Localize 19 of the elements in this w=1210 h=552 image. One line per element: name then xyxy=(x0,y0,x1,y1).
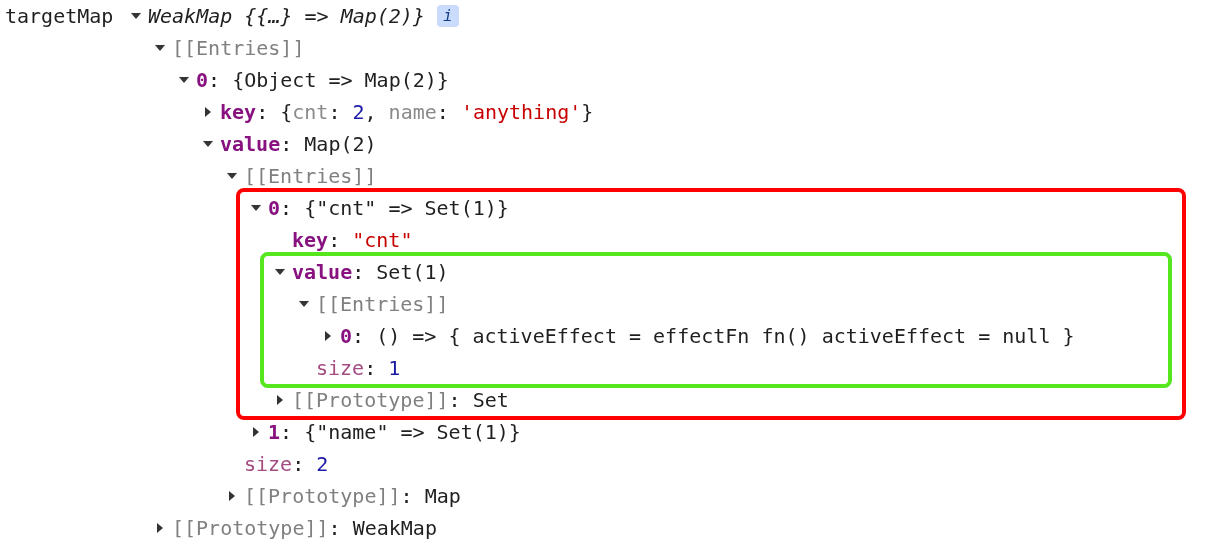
property-row-text: value: Map(2) xyxy=(220,131,377,158)
property-row-text: size: 1 xyxy=(316,355,401,382)
property-row-text: [[Prototype]]: WeakMap xyxy=(172,515,437,542)
property-row-text: 0: {"cnt" => Set(1)} xyxy=(268,195,509,222)
property-row-text: [[Prototype]]: Map xyxy=(244,483,461,510)
variable-name: targetMap xyxy=(5,4,114,28)
property-row-text: [[Prototype]]: Set xyxy=(292,387,509,414)
property-row-text: value: Set(1) xyxy=(292,259,449,286)
property-row-text: WeakMap {{…} => Map(2)} xyxy=(148,3,425,30)
property-row-text: key: "cnt" xyxy=(292,227,413,254)
property-row-text: [[Entries]] xyxy=(316,291,449,318)
property-row-text: [[Entries]] xyxy=(172,35,305,62)
info-badge[interactable]: i xyxy=(436,5,459,27)
property-row-text: [[Entries]] xyxy=(244,163,377,190)
property-row-text: size: 2 xyxy=(244,451,329,478)
property-row-text: 0: () => { activeEffect = effectFn fn() activeEffect = null } xyxy=(340,323,1075,350)
property-row-text: 1: {"name" => Set(1)} xyxy=(268,419,521,446)
property-row-text: key: {cnt: 2, name: 'anything'} xyxy=(220,99,594,126)
property-row-text: 0: {Object => Map(2)} xyxy=(196,67,449,94)
